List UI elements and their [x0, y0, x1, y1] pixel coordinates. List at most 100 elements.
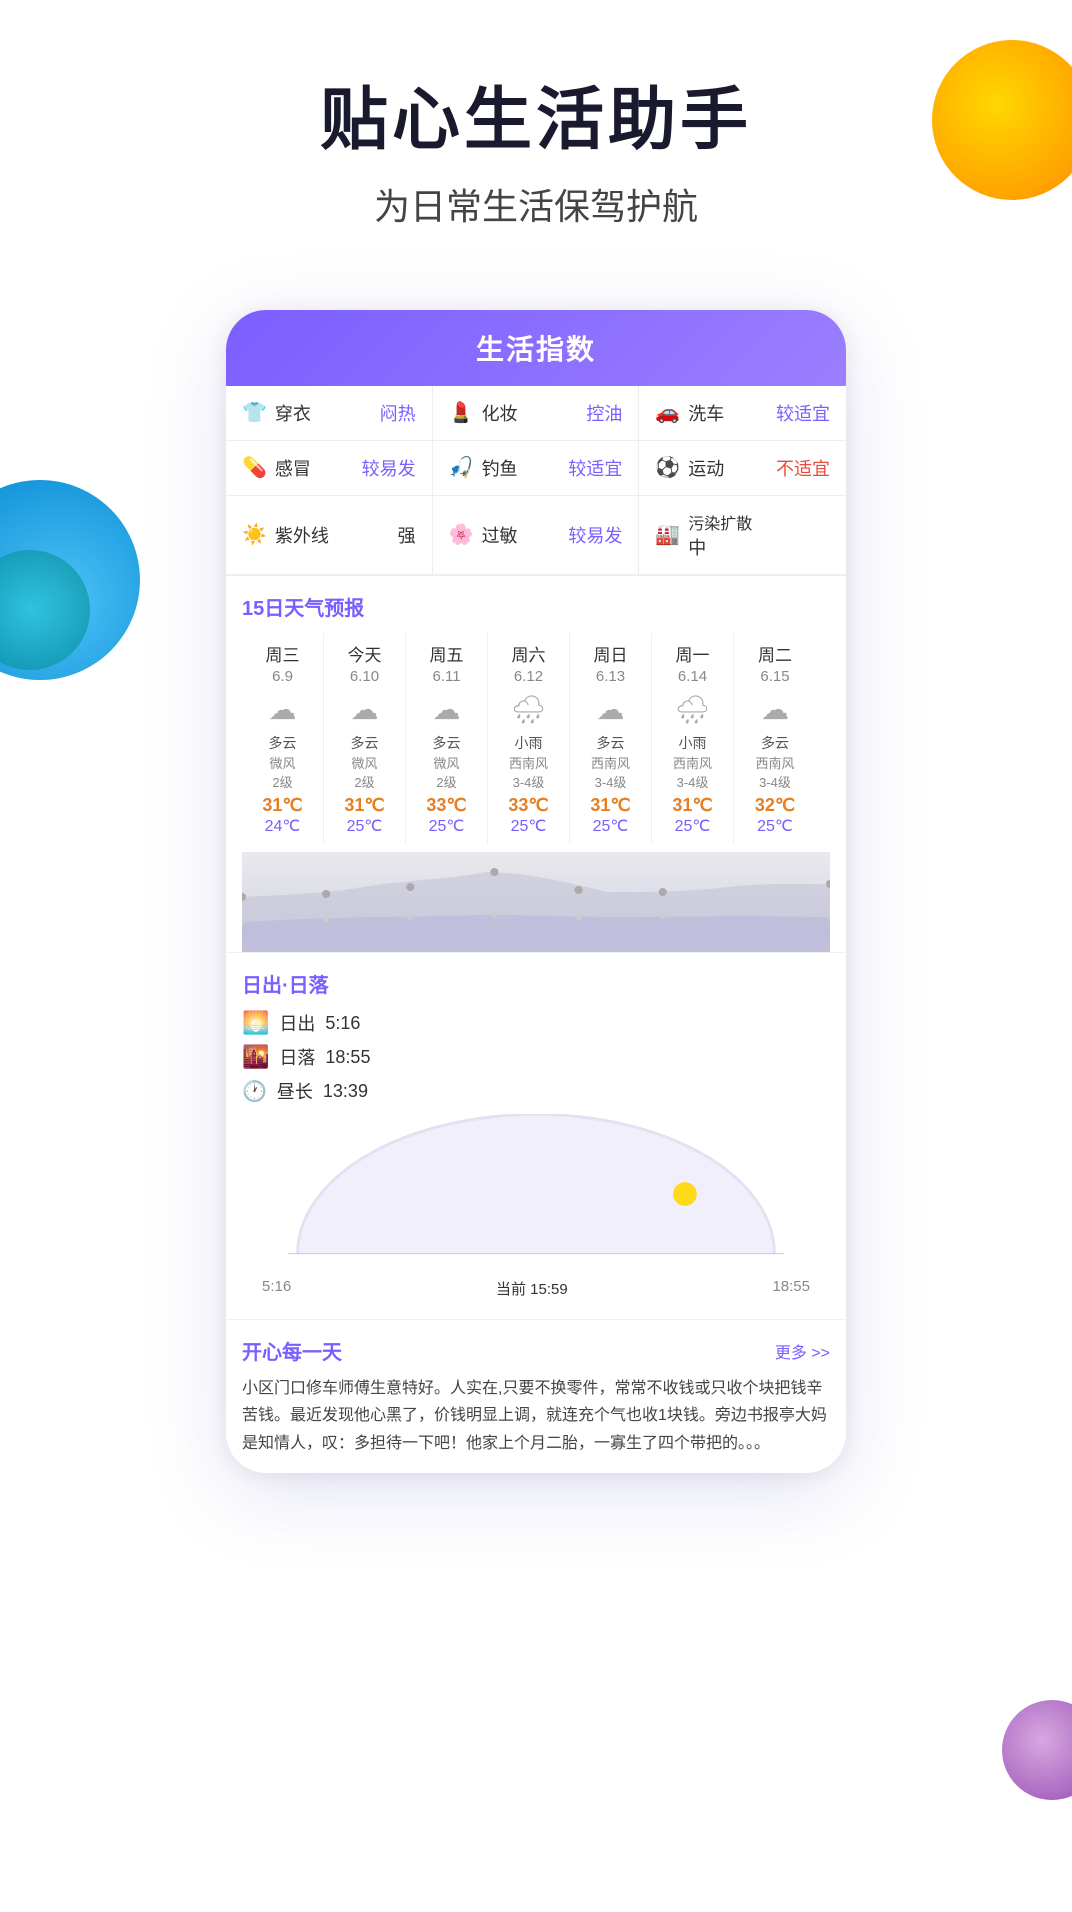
- timeline-start: 5:16: [262, 1278, 291, 1299]
- phone-mockup: 生活指数 👕 穿衣 闷热 💄 化妆 控油 🚗 洗车 较适宜 💊 感冒 较易发 🎣…: [226, 310, 846, 1473]
- sun-timeline: 5:16 当前 15:59 18:55: [242, 1274, 830, 1303]
- level-1: 2级: [328, 772, 401, 791]
- uv-icon: ☀️: [242, 522, 267, 547]
- sunset-icon: 🌇: [242, 1044, 269, 1070]
- weather-icon-0: ☁: [246, 693, 319, 726]
- weather-icon-4: ☁: [574, 693, 647, 726]
- pollution-value: 中: [688, 534, 752, 560]
- hero-section: 贴心生活助手 为日常生活保驾护航: [0, 0, 1072, 270]
- high-3: 33℃: [492, 795, 565, 816]
- carwash-icon: 🚗: [655, 400, 680, 425]
- allergy-label: 过敏: [482, 522, 518, 548]
- uv-label: 紫外线: [275, 522, 329, 548]
- date-2: 6.11: [410, 668, 483, 685]
- sunrise-icon: 🌅: [242, 1010, 269, 1036]
- forecast-day-4: 周日 6.13 ☁ 多云 西南风 3-4级 31℃ 25℃: [570, 633, 652, 845]
- happy-section: 开心每一天 更多 >> 小区门口修车师傅生意特好。人实在,只要不换零件，常常不收…: [226, 1319, 846, 1473]
- dow-4: 周日: [574, 641, 647, 666]
- life-index-header: 生活指数: [226, 310, 846, 386]
- happy-header: 开心每一天 更多 >>: [242, 1336, 830, 1365]
- uv-value: 强: [398, 522, 416, 548]
- dow-2: 周五: [410, 641, 483, 666]
- dow-6: 周二: [738, 641, 812, 666]
- low-5: 25℃: [656, 816, 729, 836]
- sunset-label: 日落: [279, 1044, 315, 1070]
- forecast-day-1: 今天 6.10 ☁ 多云 微风 2级 31℃ 25℃: [324, 633, 406, 845]
- sun-title: 日出·日落: [242, 969, 830, 998]
- clothing-label: 穿衣: [275, 400, 311, 426]
- low-0: 24℃: [246, 816, 319, 836]
- date-5: 6.14: [656, 668, 729, 685]
- sunrise-row: 🌅 日出 5:16: [242, 1010, 830, 1036]
- clothing-value: 闷热: [380, 400, 416, 426]
- fishing-value: 较适宜: [568, 455, 622, 481]
- high-4: 31℃: [574, 795, 647, 816]
- wind-1: 微风: [328, 753, 401, 772]
- weather-icon-1: ☁: [328, 693, 401, 726]
- high-0: 31℃: [246, 795, 319, 816]
- forecast-day-5: 周一 6.14 🌧 小雨 西南风 3-4级 31℃ 25℃: [652, 633, 734, 845]
- forecast-day-3: 周六 6.12 🌧 小雨 西南风 3-4级 33℃ 25℃: [488, 633, 570, 845]
- weather-icon-5: 🌧: [656, 693, 729, 726]
- life-cell-pollution: 🏭 污染扩散 中: [639, 496, 846, 575]
- sunrise-label: 日出: [279, 1010, 315, 1036]
- sport-icon: ⚽: [655, 455, 680, 480]
- wind-6: 西南风: [738, 753, 812, 772]
- desc-6: 多云: [738, 734, 812, 754]
- high-5: 31℃: [656, 795, 729, 816]
- cold-icon: 💊: [242, 455, 267, 480]
- fishing-label: 钓鱼: [482, 455, 518, 481]
- date-3: 6.12: [492, 668, 565, 685]
- life-cell-makeup: 💄 化妆 控油: [433, 386, 640, 441]
- pollution-icon: 🏭: [655, 522, 680, 547]
- low-3: 25℃: [492, 816, 565, 836]
- sunrise-value: 5:16: [325, 1013, 360, 1034]
- timeline-end: 18:55: [772, 1278, 810, 1299]
- duration-row: 🕐 昼长 13:39: [242, 1078, 830, 1104]
- makeup-value: 控油: [586, 400, 622, 426]
- dow-5: 周一: [656, 641, 729, 666]
- clothing-icon: 👕: [242, 400, 267, 425]
- carwash-value: 较适宜: [776, 400, 830, 426]
- makeup-icon: 💄: [449, 400, 474, 425]
- forecast-scroll[interactable]: 周三 6.9 ☁ 多云 微风 2级 31℃ 24℃ 今天 6.10 ☁ 多云 微…: [242, 633, 830, 845]
- life-cell-fishing: 🎣 钓鱼 较适宜: [433, 441, 640, 496]
- allergy-value: 较易发: [568, 522, 622, 548]
- weather-icon-6: ☁: [738, 693, 812, 726]
- sunset-value: 18:55: [325, 1047, 370, 1068]
- forecast-day-2: 周五 6.11 ☁ 多云 微风 2级 33℃ 25℃: [406, 633, 488, 845]
- dow-3: 周六: [492, 641, 565, 666]
- hero-subtitle: 为日常生活保驾护航: [40, 178, 1032, 230]
- date-1: 6.10: [328, 668, 401, 685]
- hero-title: 贴心生活助手: [40, 80, 1032, 162]
- low-6: 25℃: [738, 816, 812, 836]
- life-index-grid: 👕 穿衣 闷热 💄 化妆 控油 🚗 洗车 较适宜 💊 感冒 较易发 🎣 钓鱼 较…: [226, 386, 846, 576]
- fishing-icon: 🎣: [449, 455, 474, 480]
- life-cell-cold: 💊 感冒 较易发: [226, 441, 433, 496]
- life-cell-clothing: 👕 穿衣 闷热: [226, 386, 433, 441]
- dow-0: 周三: [246, 641, 319, 666]
- timeline-current: 当前 15:59: [496, 1278, 568, 1299]
- date-4: 6.13: [574, 668, 647, 685]
- desc-0: 多云: [246, 734, 319, 754]
- forecast-title: 15日天气预报: [242, 592, 830, 621]
- weather-icon-2: ☁: [410, 693, 483, 726]
- wind-2: 微风: [410, 753, 483, 772]
- life-cell-sport: ⚽ 运动 不适宜: [639, 441, 846, 496]
- low-4: 25℃: [574, 816, 647, 836]
- allergy-icon: 🌸: [449, 522, 474, 547]
- happy-more[interactable]: 更多 >>: [775, 1339, 830, 1363]
- wind-4: 西南风: [574, 753, 647, 772]
- makeup-label: 化妆: [482, 400, 518, 426]
- desc-5: 小雨: [656, 734, 729, 754]
- sport-label: 运动: [688, 455, 724, 481]
- sun-arc-chart: [258, 1114, 814, 1274]
- level-3: 3-4级: [492, 772, 565, 791]
- high-2: 33℃: [410, 795, 483, 816]
- carwash-label: 洗车: [688, 400, 724, 426]
- happy-title: 开心每一天: [242, 1336, 342, 1365]
- wind-0: 微风: [246, 753, 319, 772]
- wind-5: 西南风: [656, 753, 729, 772]
- temp-chart: [242, 852, 830, 952]
- level-0: 2级: [246, 772, 319, 791]
